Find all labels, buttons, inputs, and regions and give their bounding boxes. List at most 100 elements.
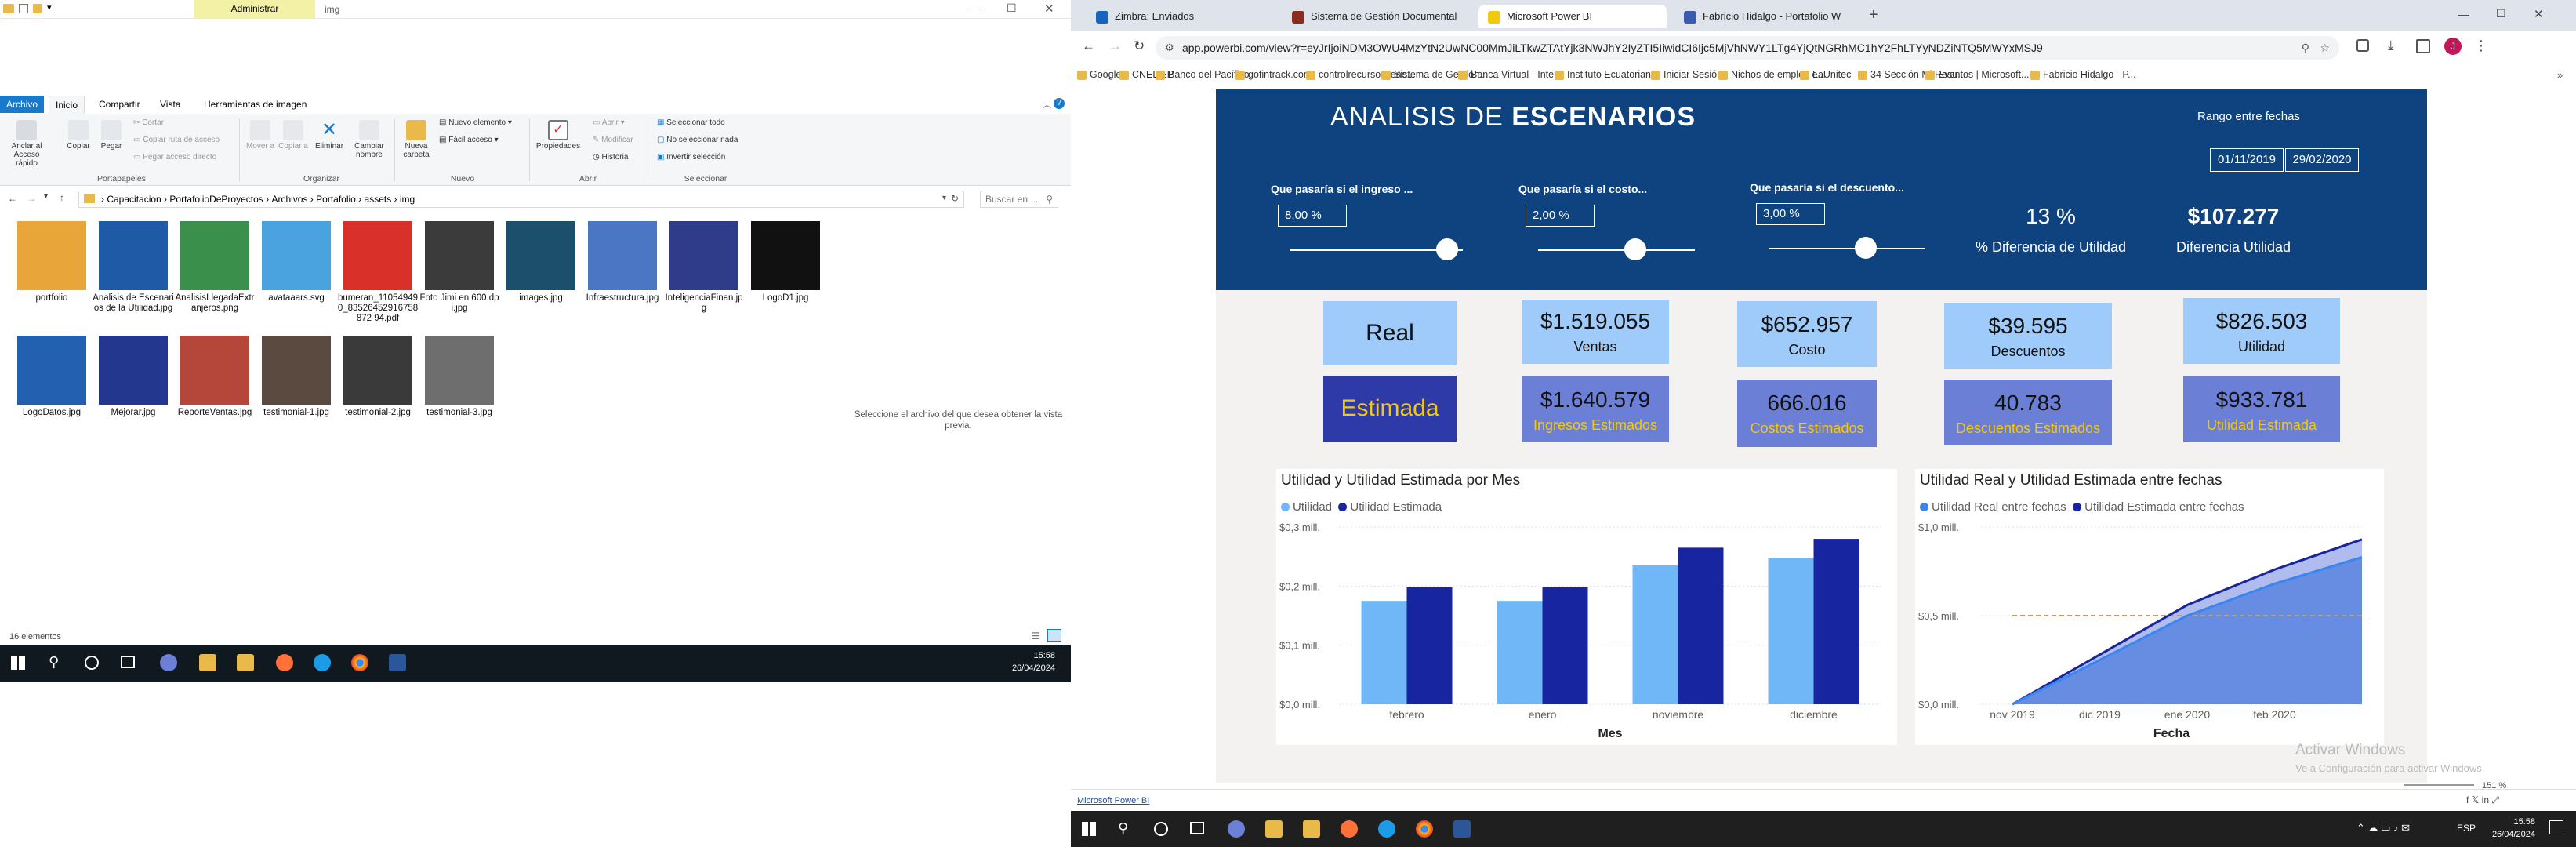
help-icon[interactable]: ? [1054,98,1065,109]
slider-value-ingreso[interactable]: 8,00 % [1278,205,1347,227]
bookmark-item[interactable]: Instituto Ecuatorian... [1567,69,1659,80]
invert-selection-button[interactable]: ▣ Invertir selección [657,153,725,162]
start-icon[interactable] [11,656,25,670]
slider-track-costo[interactable] [1538,249,1695,251]
recent-dropdown-icon[interactable]: ▾ [44,192,48,201]
task-view-icon[interactable] [121,656,135,668]
reload-icon[interactable]: ↻ [1134,38,1145,54]
search-input[interactable]: Buscar en ... ⚲ [980,191,1058,208]
language-indicator[interactable]: ESP [2457,823,2476,834]
move-to-button[interactable]: Mover a [245,120,276,151]
forward-icon[interactable]: → [1108,38,1122,54]
file-explorer-icon[interactable] [199,654,216,671]
file-item[interactable]: InteligenciaFinan.jpg [663,221,745,314]
slider-handle-costo[interactable] [1624,238,1646,260]
copy-button[interactable]: Copiar [63,120,94,151]
word-icon[interactable] [389,654,406,671]
more-bookmarks-icon[interactable]: » [2557,69,2563,81]
menu-kebab-icon[interactable]: ⋮ [2474,38,2488,54]
profile-avatar[interactable]: J [2444,38,2462,55]
file-item[interactable]: AnalisisLlegadaExtranjeros.png [174,221,256,314]
up-icon[interactable]: ↑ [60,192,64,203]
tab-archivo[interactable]: Archivo [0,96,45,113]
word-icon[interactable] [1453,820,1471,838]
bookmark-item[interactable]: Banca Virtual - Inter... [1471,69,1565,80]
download-icon[interactable]: ⤓ [2388,38,2394,53]
site-info-icon[interactable]: ⚙ [1165,36,1174,60]
paste-shortcut-button[interactable]: ▭ Pegar acceso directo [133,153,216,162]
file-item[interactable]: Infraestructura.jpg [582,221,663,304]
tab-portafolio[interactable]: Fabricio Hidalgo - Portafolio W [1674,5,1863,28]
bookmark-item[interactable]: Nichos de empleo e... [1731,69,1826,80]
copy-to-button[interactable]: Copiar a [278,120,309,151]
delete-button[interactable]: ✕ Eliminar [314,120,345,151]
task-view-icon[interactable] [1190,822,1204,834]
system-tray-icons[interactable]: ⌃ ☁ ▭ ♪ ✉ [2356,822,2410,834]
path-dropdown-icon[interactable]: ▾ [942,194,946,202]
bookmark-star-icon[interactable]: ☆ [2320,36,2330,60]
app-icon[interactable] [160,654,177,671]
modify-button[interactable]: ✎ Modificar [593,136,633,144]
bookmark-item[interactable]: gofintrack.com [1248,69,1312,80]
new-item-button[interactable]: ▤ Nuevo elemento ▾ [439,118,512,127]
file-item[interactable]: testimonial-1.jpg [256,336,337,418]
zoom-icon[interactable]: ⚲ [2302,36,2309,60]
slider-value-descuento[interactable]: 3,00 % [1756,203,1825,225]
back-icon[interactable]: ← [1082,38,1095,54]
date-to-input[interactable]: 29/02/2020 [2285,148,2359,172]
crumb[interactable]: assets [365,194,392,205]
start-icon[interactable] [1082,822,1096,836]
file-item[interactable]: Foto Jimi en 600 dpi.jpg [419,221,500,314]
app-icon[interactable] [1228,820,1245,838]
file-item[interactable]: LogoD1.jpg [745,221,826,304]
bookmark-item[interactable]: Iniciar Sesión [1664,69,1722,80]
breadcrumb[interactable]: › Capacitacion › PortafolioDeProyectos ›… [78,191,964,208]
bookmark-item[interactable]: Eventos | Microsoft... [1938,69,2029,80]
forward-icon[interactable]: → [27,193,36,204]
quick-access-dropdown-icon[interactable]: ▾ [47,2,52,13]
powerbi-footer-link[interactable]: Microsoft Power BI [1077,796,1149,805]
new-folder-quick-icon[interactable] [33,4,42,13]
cut-button[interactable]: ✂ Cortar [133,118,164,127]
properties-button[interactable]: ✓ Propiedades [533,120,583,151]
pin-quick-access-button[interactable]: Anclar al Acceso rápido [3,120,50,168]
file-item[interactable]: portfolio [11,221,93,304]
properties-quick-icon[interactable] [19,4,28,13]
tab-zimbra[interactable]: Zimbra: Enviados [1087,5,1275,28]
ie-icon[interactable] [1378,820,1395,838]
file-explorer-icon[interactable] [1265,820,1283,838]
tab-vista[interactable]: Vista [154,96,187,113]
open-button[interactable]: ▭ Abrir ▾ [593,118,625,127]
crumb[interactable]: Capacitacion [107,194,161,205]
file-item[interactable]: ReporteVentas.jpg [174,336,256,418]
back-icon[interactable]: ← [8,193,17,204]
context-tab-manage[interactable]: Administrar [194,0,315,19]
close-icon[interactable]: ✕ [1044,2,1054,16]
rename-button[interactable]: Cambiar nombre [350,120,389,159]
store-icon[interactable] [237,654,254,671]
close-icon[interactable]: ✕ [2534,7,2544,21]
zoom-slider[interactable] [2404,784,2474,786]
firefox-icon[interactable] [1341,820,1358,838]
file-item[interactable]: Analisis de Escenarios de la Utilidad.jp… [93,221,174,314]
file-item[interactable]: avataaars.svg [256,221,337,304]
extensions-icon[interactable] [2356,39,2369,52]
slider-value-costo[interactable]: 2,00 % [1526,205,1595,227]
url-bar[interactable]: ⚙ app.powerbi.com/view?r=eyJrIjoiNDM3OWU… [1156,36,2339,60]
date-from-input[interactable]: 01/11/2019 [2210,148,2284,172]
paste-button[interactable]: Pegar [96,120,127,151]
bookmark-item[interactable]: Fabricio Hidalgo - P... [2043,69,2136,80]
slider-track-descuento[interactable] [1769,248,1925,249]
cortana-icon[interactable] [1154,822,1168,836]
file-item[interactable]: bumeran_110549490_83526452916758872 94.p… [337,221,419,324]
file-item[interactable]: testimonial-2.jpg [337,336,419,418]
notifications-icon[interactable] [2549,820,2563,834]
sidepanel-icon[interactable] [2416,39,2430,53]
crumb[interactable]: Archivos [271,194,307,205]
details-view-icon[interactable]: ☰ [1032,631,1040,642]
minimize-icon[interactable]: — [969,2,980,14]
search-icon[interactable]: ⚲ [1118,820,1128,837]
cortana-icon[interactable] [85,656,99,670]
chrome-icon[interactable] [1416,820,1433,838]
minimize-icon[interactable]: — [2458,8,2469,20]
